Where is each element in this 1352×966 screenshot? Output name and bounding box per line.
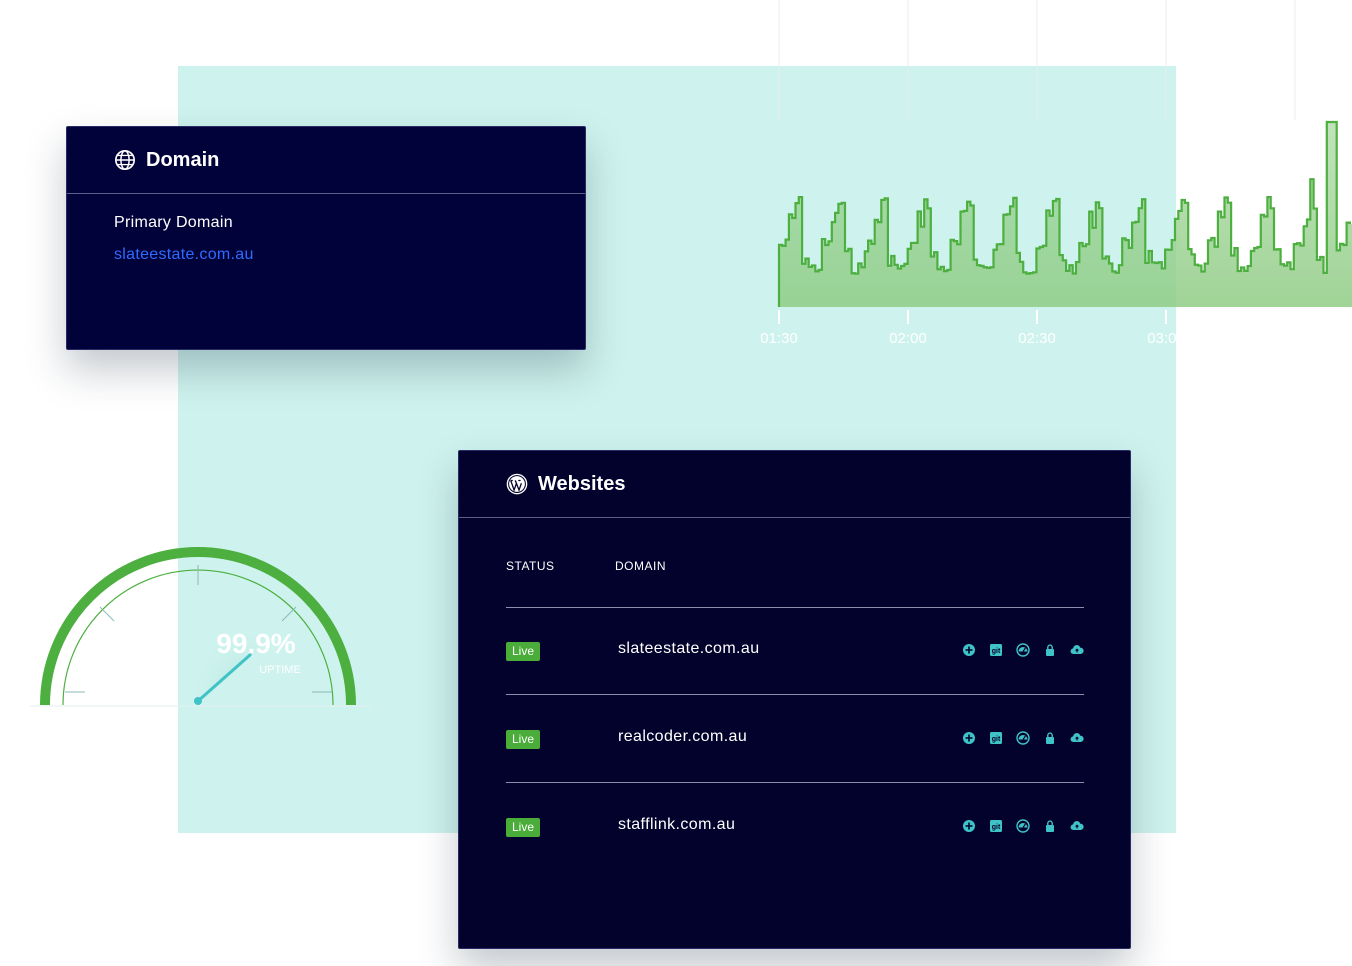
row-actions: git bbox=[962, 819, 1084, 833]
speed-icon[interactable] bbox=[1016, 643, 1030, 657]
lock-icon[interactable] bbox=[1043, 819, 1057, 833]
globe-icon bbox=[115, 150, 135, 170]
uptime-gauge: 99.9% UPTIME bbox=[30, 535, 370, 715]
gauge-tick bbox=[99, 606, 115, 622]
svg-text:git: git bbox=[992, 648, 1001, 655]
column-header-status: STATUS bbox=[506, 559, 555, 573]
traffic-chart: 01:30 02:00 02:30 03:00 03:30 bbox=[750, 0, 1352, 380]
chart-x-tick-label: 02:30 bbox=[1018, 330, 1056, 347]
plus-circle-icon[interactable] bbox=[962, 819, 976, 833]
chart-x-tick-label: 01:30 bbox=[760, 330, 798, 347]
plus-circle-icon[interactable] bbox=[962, 731, 976, 745]
row-domain[interactable]: slateestate.com.au bbox=[618, 640, 760, 658]
websites-card-header: Websites bbox=[459, 451, 1130, 518]
chart-x-tick-label: 03:30 bbox=[1276, 330, 1314, 347]
speed-icon[interactable] bbox=[1016, 819, 1030, 833]
chart-x-tick-label: 02:00 bbox=[889, 330, 927, 347]
chart-grid bbox=[778, 0, 1296, 120]
row-actions: git bbox=[962, 731, 1084, 745]
uptime-label: UPTIME bbox=[259, 664, 301, 676]
primary-domain-link[interactable]: slateestate.com.au bbox=[114, 246, 538, 264]
git-icon[interactable]: git bbox=[989, 819, 1003, 833]
table-row[interactable]: Live realcoder.com.au git bbox=[506, 695, 1084, 783]
git-icon[interactable]: git bbox=[989, 731, 1003, 745]
git-icon[interactable]: git bbox=[989, 643, 1003, 657]
chart-x-tick-label: 03:00 bbox=[1147, 330, 1185, 347]
status-badge: Live bbox=[506, 642, 541, 661]
primary-domain-label: Primary Domain bbox=[114, 214, 233, 231]
gauge-needle-pivot bbox=[194, 697, 202, 705]
domain-card: Domain Primary Domain slateestate.com.au bbox=[66, 126, 586, 350]
column-header-domain: DOMAIN bbox=[615, 559, 666, 573]
websites-card-title: Websites bbox=[538, 472, 626, 495]
lock-icon[interactable] bbox=[1043, 643, 1057, 657]
table-row[interactable]: Live slateestate.com.au git bbox=[506, 607, 1084, 695]
row-actions: git bbox=[962, 643, 1084, 657]
svg-text:git: git bbox=[992, 736, 1001, 743]
cloud-upload-icon[interactable] bbox=[1070, 819, 1084, 833]
wordpress-icon bbox=[506, 473, 528, 495]
chart-area bbox=[779, 122, 1352, 307]
speed-icon[interactable] bbox=[1016, 731, 1030, 745]
svg-text:git: git bbox=[992, 824, 1001, 831]
cloud-upload-icon[interactable] bbox=[1070, 731, 1084, 745]
status-badge: Live bbox=[506, 730, 541, 749]
traffic-chart-svg: 01:30 02:00 02:30 03:00 03:30 bbox=[760, 0, 1352, 347]
websites-table-header: STATUS DOMAIN bbox=[506, 559, 1084, 608]
row-domain[interactable]: stafflink.com.au bbox=[618, 816, 735, 834]
plus-circle-icon[interactable] bbox=[962, 643, 976, 657]
row-domain[interactable]: realcoder.com.au bbox=[618, 728, 747, 746]
chart-x-axis: 01:30 02:00 02:30 03:00 03:30 bbox=[760, 310, 1314, 347]
status-badge: Live bbox=[506, 818, 541, 837]
websites-card: Websites STATUS DOMAIN Live slateestate.… bbox=[458, 450, 1131, 949]
lock-icon[interactable] bbox=[1043, 731, 1057, 745]
uptime-value: 99.9% bbox=[216, 628, 295, 659]
cloud-upload-icon[interactable] bbox=[1070, 643, 1084, 657]
table-row[interactable]: Live stafflink.com.au git bbox=[506, 783, 1084, 870]
domain-card-header: Domain bbox=[67, 127, 585, 194]
domain-card-title: Domain bbox=[146, 148, 220, 171]
